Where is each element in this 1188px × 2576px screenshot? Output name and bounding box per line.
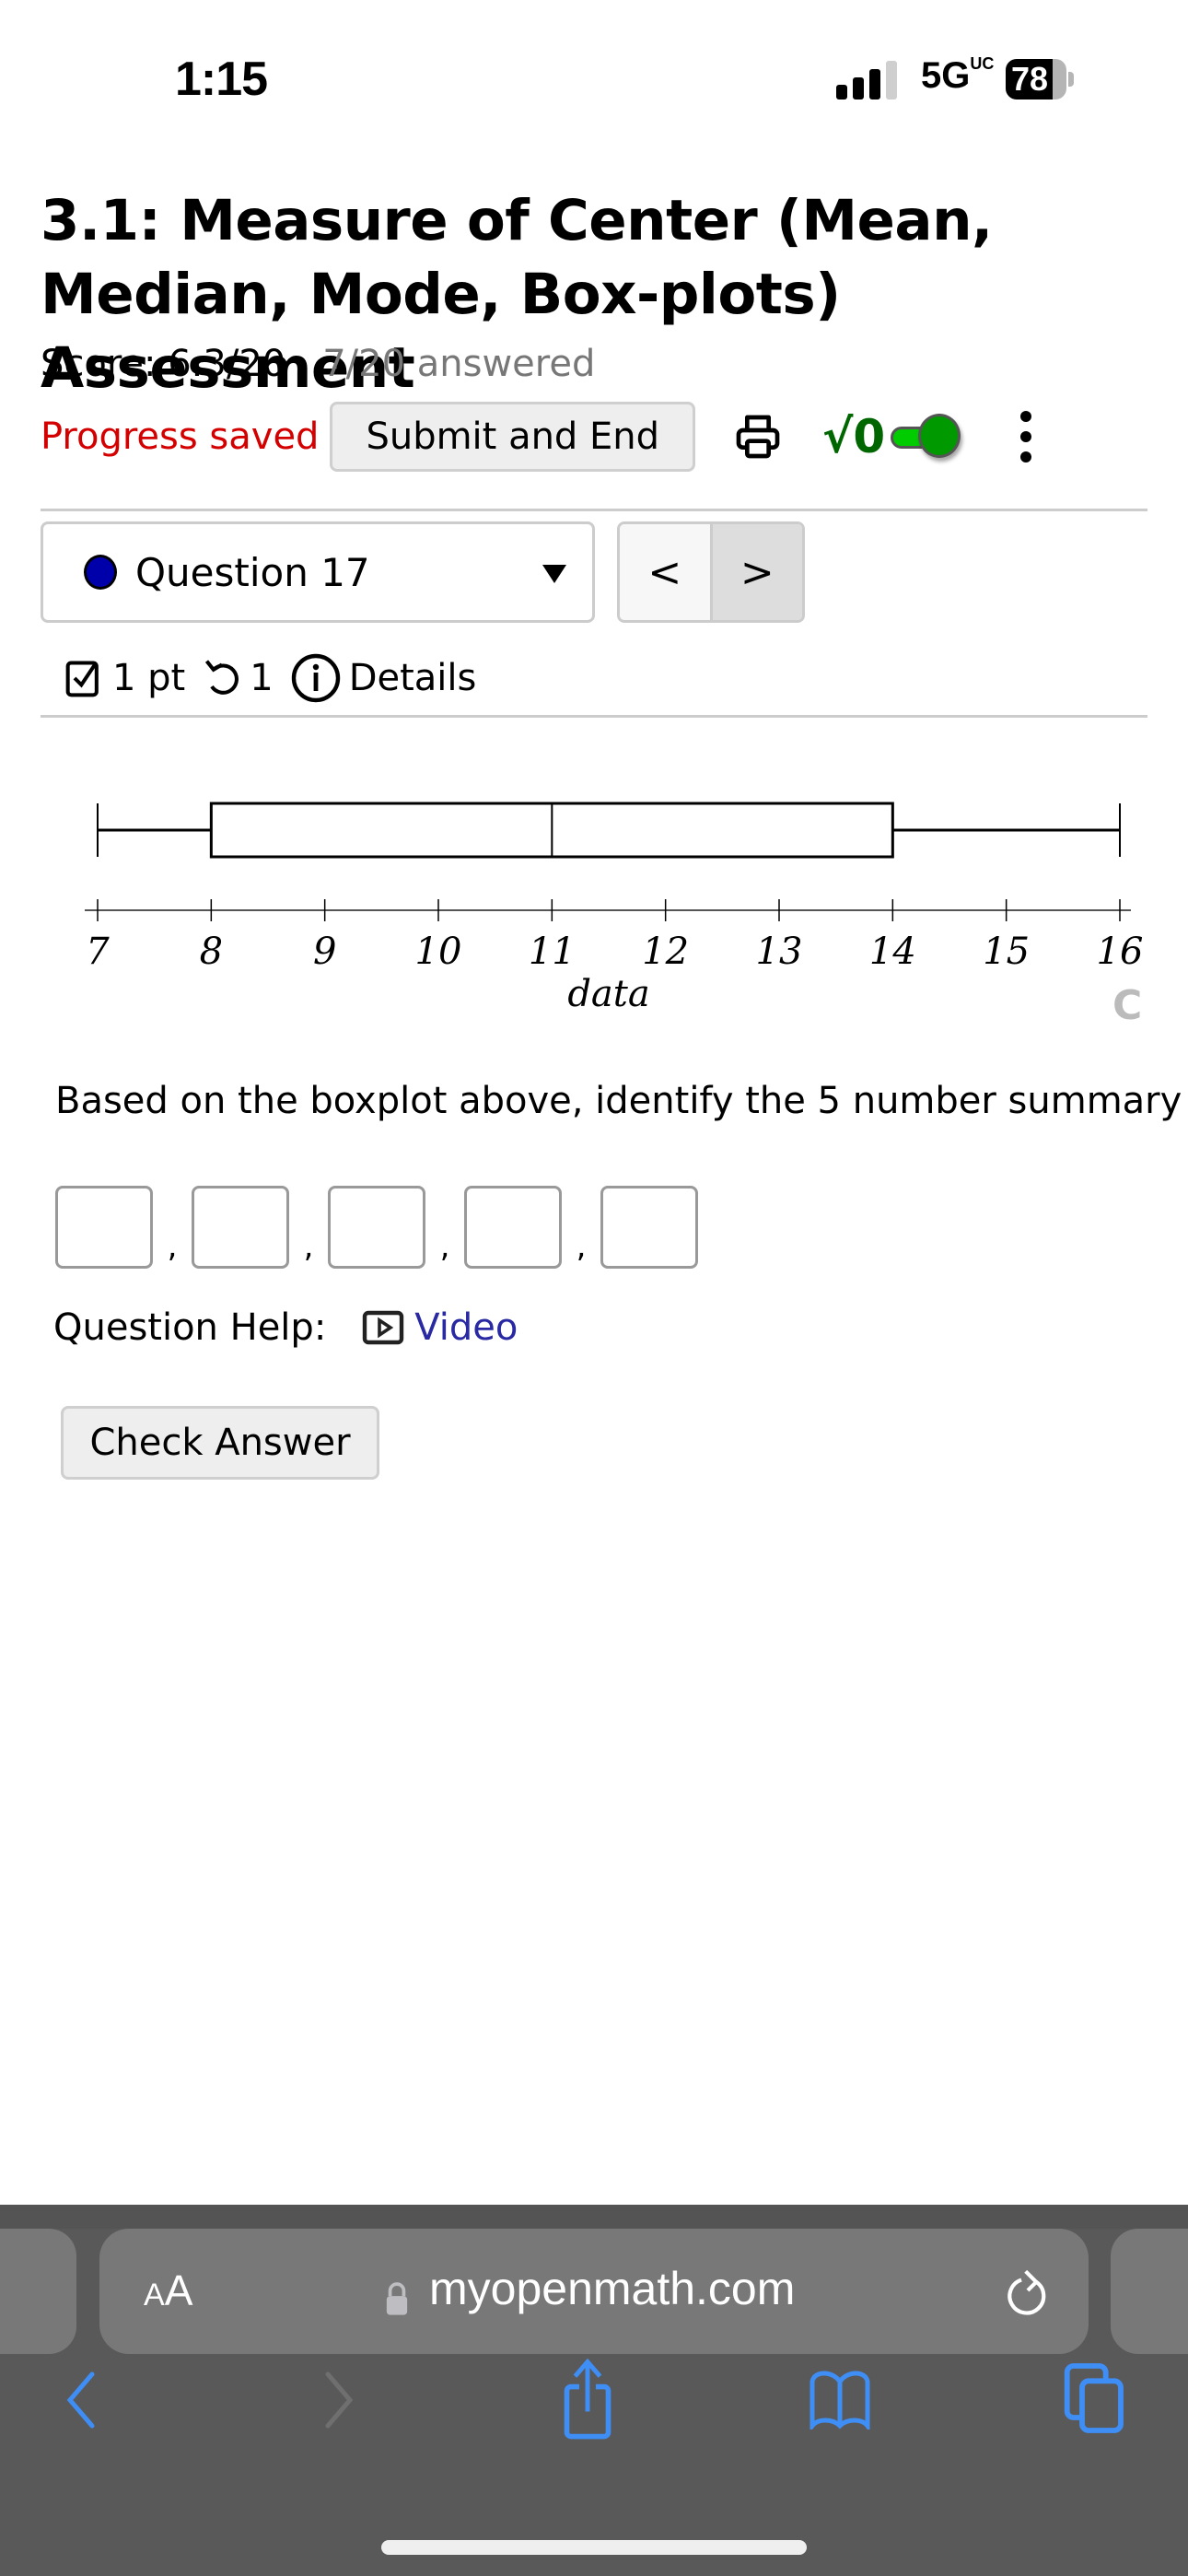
next-tab-preview[interactable] — [1111, 2229, 1188, 2354]
x-tick-label: 11 — [529, 931, 576, 973]
math-entry-label: √0 — [822, 410, 886, 463]
question-select[interactable]: Question 17 — [41, 521, 595, 623]
back-icon[interactable] — [63, 2371, 99, 2430]
x-tick-label: 16 — [1097, 931, 1144, 973]
lock-icon — [386, 2282, 408, 2315]
status-time: 1:15 — [175, 53, 268, 106]
next-question-button[interactable]: > — [712, 524, 802, 620]
boxplot-svg: 7 8 9 10 11 12 13 14 15 16 data — [85, 802, 1144, 1015]
assessment-toolbar: Progress saved Submit and End √0 — [41, 402, 1034, 472]
url-text[interactable]: myopenmath.com — [429, 2262, 795, 2315]
x-axis-label: data — [567, 973, 649, 1015]
home-indicator[interactable] — [381, 2540, 807, 2555]
x-tick-label: 13 — [756, 931, 803, 973]
submit-and-end-button[interactable]: Submit and End — [330, 402, 696, 472]
question-prompt: Based on the boxplot above, identify the… — [55, 1080, 1182, 1122]
question-points: 1 pt — [112, 657, 186, 699]
x-tick-label: 12 — [642, 931, 689, 973]
question-status-dot-icon — [84, 555, 117, 590]
score: Score: 6.3/20 — [41, 343, 286, 385]
info-icon[interactable] — [290, 652, 342, 704]
text-size-large: A — [164, 2266, 193, 2314]
answer-separator: , — [576, 1228, 587, 1265]
divider — [41, 509, 1147, 511]
x-tick-label: 7 — [86, 931, 110, 973]
video-link[interactable]: Video — [414, 1306, 518, 1349]
answer-separator: , — [303, 1228, 314, 1265]
network-indicator: 5GUC — [921, 54, 995, 97]
battery-icon: 78 — [1006, 59, 1066, 100]
print-icon[interactable] — [732, 411, 784, 463]
network-type: 5G — [921, 55, 971, 96]
toolbar-band — [0, 2205, 1188, 2229]
text-size-button[interactable]: AA — [144, 2266, 192, 2315]
browser-nav — [0, 2358, 1188, 2463]
x-tick-label: 10 — [415, 931, 462, 973]
answer-input-5[interactable] — [600, 1186, 698, 1269]
progress-status: Progress saved — [41, 416, 320, 458]
question-info: 1 pt 1 Details — [64, 649, 476, 708]
answer-input-3[interactable] — [328, 1186, 425, 1269]
battery-level: 78 — [1010, 60, 1049, 98]
x-tick-label: 9 — [313, 931, 336, 973]
previous-question-button[interactable]: < — [620, 524, 713, 620]
bookmarks-icon[interactable] — [807, 2371, 873, 2430]
reload-icon[interactable] — [1002, 2269, 1054, 2324]
math-entry-toggle[interactable] — [891, 414, 962, 460]
question-help-label: Question Help: — [53, 1306, 327, 1349]
question-pager: < > — [617, 521, 805, 623]
retry-icon — [205, 660, 239, 695]
answer-separator: , — [439, 1228, 450, 1265]
answer-fields: ,,,, — [55, 1186, 698, 1269]
cellular-signal-icon — [836, 61, 897, 100]
x-tick-label: 8 — [200, 931, 223, 973]
tabs-icon[interactable] — [1063, 2361, 1127, 2435]
score-line: Score: 6.3/20 7/20 answered — [41, 343, 595, 385]
reload-graph-icon[interactable]: C — [1112, 982, 1142, 1029]
check-answer-button[interactable]: Check Answer — [61, 1406, 379, 1480]
divider — [41, 715, 1147, 718]
previous-tab-preview[interactable] — [0, 2229, 76, 2354]
x-tick-label: 15 — [983, 931, 1030, 973]
text-size-small: A — [144, 2277, 165, 2313]
battery-nub — [1068, 72, 1074, 87]
address-bar[interactable]: AA myopenmath.com — [99, 2229, 1089, 2354]
details-link[interactable]: Details — [349, 657, 477, 699]
browser-toolbar: AA myopenmath.com — [0, 2205, 1188, 2576]
share-icon[interactable] — [558, 2358, 617, 2441]
network-sup: UC — [970, 54, 995, 73]
answer-input-2[interactable] — [192, 1186, 289, 1269]
status-bar: 1:15 5GUC 78 — [0, 0, 1188, 166]
answer-separator: , — [167, 1228, 178, 1265]
attempts-count: 1 — [250, 657, 274, 699]
answer-input-4[interactable] — [464, 1186, 562, 1269]
forward-icon — [325, 2371, 354, 2429]
question-select-label: Question 17 — [135, 549, 370, 595]
boxplot-chart: 7 8 9 10 11 12 13 14 15 16 data — [0, 755, 1188, 1032]
video-icon[interactable] — [361, 1309, 405, 1346]
caret-down-icon — [542, 565, 566, 583]
answered-count: 7/20 answered — [322, 343, 596, 385]
more-options-icon[interactable] — [1016, 409, 1034, 464]
x-tick-label: 14 — [869, 931, 916, 973]
answer-input-1[interactable] — [55, 1186, 153, 1269]
checkbox-points-icon — [65, 661, 99, 697]
toggle-knob — [918, 414, 961, 458]
question-help: Question Help: Video — [53, 1306, 518, 1349]
